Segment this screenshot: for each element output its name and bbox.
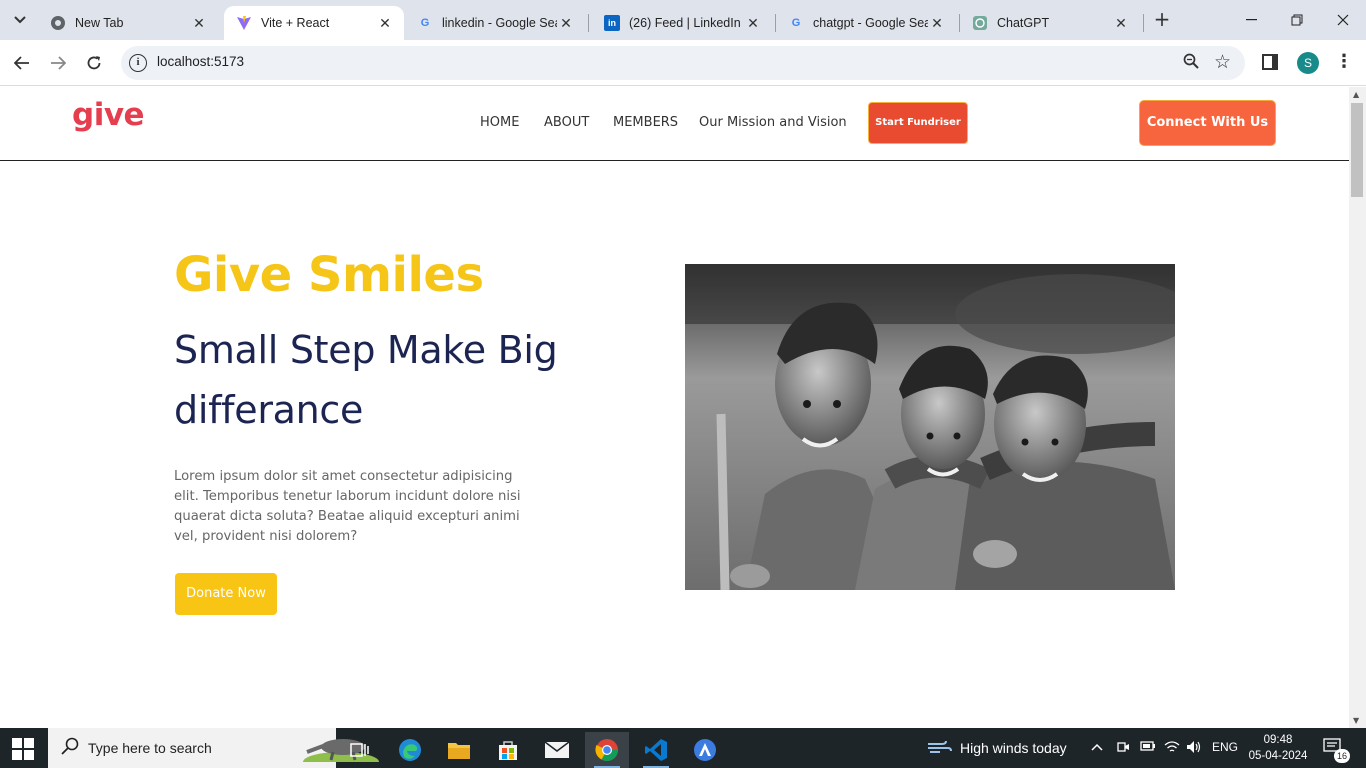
windows-start-icon[interactable] xyxy=(12,738,34,760)
vite-icon xyxy=(236,15,252,31)
google-icon: G xyxy=(420,17,430,29)
clock-date: 05-04-2024 xyxy=(1248,750,1308,762)
linkedin-icon: in xyxy=(604,15,620,31)
tab-chatgpt-search[interactable]: G chatgpt - Google Sea ✕ xyxy=(776,6,956,40)
tab-chatgpt[interactable]: ChatGPT ✕ xyxy=(960,6,1140,40)
system-clock[interactable]: 09:48 05-04-2024 xyxy=(1245,732,1311,764)
file-explorer-icon[interactable] xyxy=(437,732,481,768)
site-logo[interactable]: give xyxy=(72,97,145,133)
search-placeholder: Type here to search xyxy=(88,740,212,756)
tab-separator xyxy=(1143,14,1144,32)
side-panel-icon[interactable] xyxy=(1262,54,1278,70)
tab-title: Vite + React xyxy=(261,16,330,30)
language-indicator[interactable]: ENG xyxy=(1212,740,1238,754)
mail-icon[interactable] xyxy=(535,732,579,768)
start-fundraiser-button[interactable]: Start Fundriser xyxy=(868,102,968,144)
url-text[interactable]: localhost:5173 xyxy=(157,54,244,69)
volume-icon[interactable] xyxy=(1186,740,1202,757)
restore-icon[interactable] xyxy=(1274,0,1320,40)
tray-chevron-up-icon[interactable] xyxy=(1091,740,1103,754)
close-window-icon[interactable] xyxy=(1320,0,1366,40)
browser-tabstrip: New Tab ✕ Vite + React ✕ G linkedin - Go… xyxy=(0,0,1366,40)
nav-home[interactable]: HOME xyxy=(480,115,519,130)
reload-icon[interactable] xyxy=(81,50,107,76)
back-arrow-icon[interactable] xyxy=(9,50,35,76)
search-icon xyxy=(61,737,79,760)
tab-title: (26) Feed | LinkedIn xyxy=(629,16,741,30)
google-icon: G xyxy=(791,17,801,29)
wind-icon xyxy=(928,740,952,753)
tab-search-chevron-icon[interactable] xyxy=(8,8,32,32)
tab-title: ChatGPT xyxy=(997,16,1050,30)
wifi-icon[interactable] xyxy=(1164,740,1180,757)
browser-toolbar: i localhost:5173 ☆ S ⋮ xyxy=(0,40,1366,86)
scroll-up-arrow-icon[interactable]: ▲ xyxy=(1353,90,1359,99)
weather-text: High winds today xyxy=(960,740,1067,756)
windows-taskbar: Type here to search High winds today ENG… xyxy=(0,728,1366,768)
nav-about[interactable]: ABOUT xyxy=(544,115,589,130)
hero-photo xyxy=(685,264,1175,590)
vscode-icon[interactable] xyxy=(634,732,678,768)
store-icon[interactable] xyxy=(486,732,530,768)
nav-members[interactable]: MEMBERS xyxy=(613,115,678,130)
new-tab-button[interactable]: + xyxy=(1150,8,1174,32)
tab-linkedin-feed[interactable]: in (26) Feed | LinkedIn ✕ xyxy=(592,6,772,40)
nav-mission-vision[interactable]: Our Mission and Vision xyxy=(699,115,847,130)
battery-icon[interactable] xyxy=(1140,740,1156,755)
edge-icon[interactable] xyxy=(388,732,432,768)
app-icon[interactable] xyxy=(683,732,727,768)
taskbar-search[interactable]: Type here to search xyxy=(48,728,379,768)
close-tab-icon[interactable]: ✕ xyxy=(744,15,762,32)
bookmark-star-icon[interactable]: ☆ xyxy=(1214,51,1231,73)
scroll-down-arrow-icon[interactable]: ▼ xyxy=(1353,716,1359,725)
donate-now-button[interactable]: Donate Now xyxy=(175,573,277,615)
task-view-icon[interactable] xyxy=(338,732,382,768)
zoom-icon[interactable] xyxy=(1183,53,1199,73)
tab-linkedin-search[interactable]: G linkedin - Google Sea ✕ xyxy=(405,6,585,40)
site-navbar: give HOME ABOUT MEMBERS Our Mission and … xyxy=(0,87,1349,161)
tab-new-tab[interactable]: New Tab ✕ xyxy=(38,6,218,40)
chrome-icon xyxy=(50,15,66,31)
scroll-thumb[interactable] xyxy=(1351,103,1363,197)
profile-avatar[interactable]: S xyxy=(1297,52,1319,74)
close-tab-icon[interactable]: ✕ xyxy=(928,15,946,32)
weather-widget[interactable]: High winds today xyxy=(926,740,1067,756)
notification-count-badge: 16 xyxy=(1334,749,1350,763)
clock-time: 09:48 xyxy=(1263,734,1293,746)
close-tab-icon[interactable]: ✕ xyxy=(376,15,394,32)
close-tab-icon[interactable]: ✕ xyxy=(557,15,575,32)
tab-title: linkedin - Google Sea xyxy=(442,16,557,30)
close-tab-icon[interactable]: ✕ xyxy=(190,15,208,32)
connect-with-us-button[interactable]: Connect With Us xyxy=(1139,100,1276,146)
forward-arrow-icon[interactable] xyxy=(45,50,71,76)
hero-title: Give Smiles xyxy=(174,247,484,303)
tab-vite-react[interactable]: Vite + React ✕ xyxy=(224,6,404,40)
minimize-icon[interactable] xyxy=(1228,0,1274,40)
chrome-taskbar-icon[interactable] xyxy=(585,732,629,768)
hero-subtitle: Small Step Make Big differance xyxy=(174,328,558,432)
close-tab-icon[interactable]: ✕ xyxy=(1112,15,1130,32)
meet-now-icon[interactable] xyxy=(1116,740,1130,757)
chatgpt-icon xyxy=(972,15,988,31)
tab-title: chatgpt - Google Sea xyxy=(813,16,928,30)
site-info-icon[interactable]: i xyxy=(129,54,147,72)
tab-title: New Tab xyxy=(75,16,124,30)
hero-description: Lorem ipsum dolor sit amet consectetur a… xyxy=(174,469,521,544)
page-viewport: give HOME ABOUT MEMBERS Our Mission and … xyxy=(0,87,1366,728)
page-scrollbar[interactable]: ▲ ▼ xyxy=(1349,87,1366,728)
tab-separator xyxy=(588,14,589,32)
menu-kebab-icon[interactable]: ⋮ xyxy=(1335,51,1353,72)
address-bar[interactable]: i localhost:5173 ☆ xyxy=(121,46,1245,80)
